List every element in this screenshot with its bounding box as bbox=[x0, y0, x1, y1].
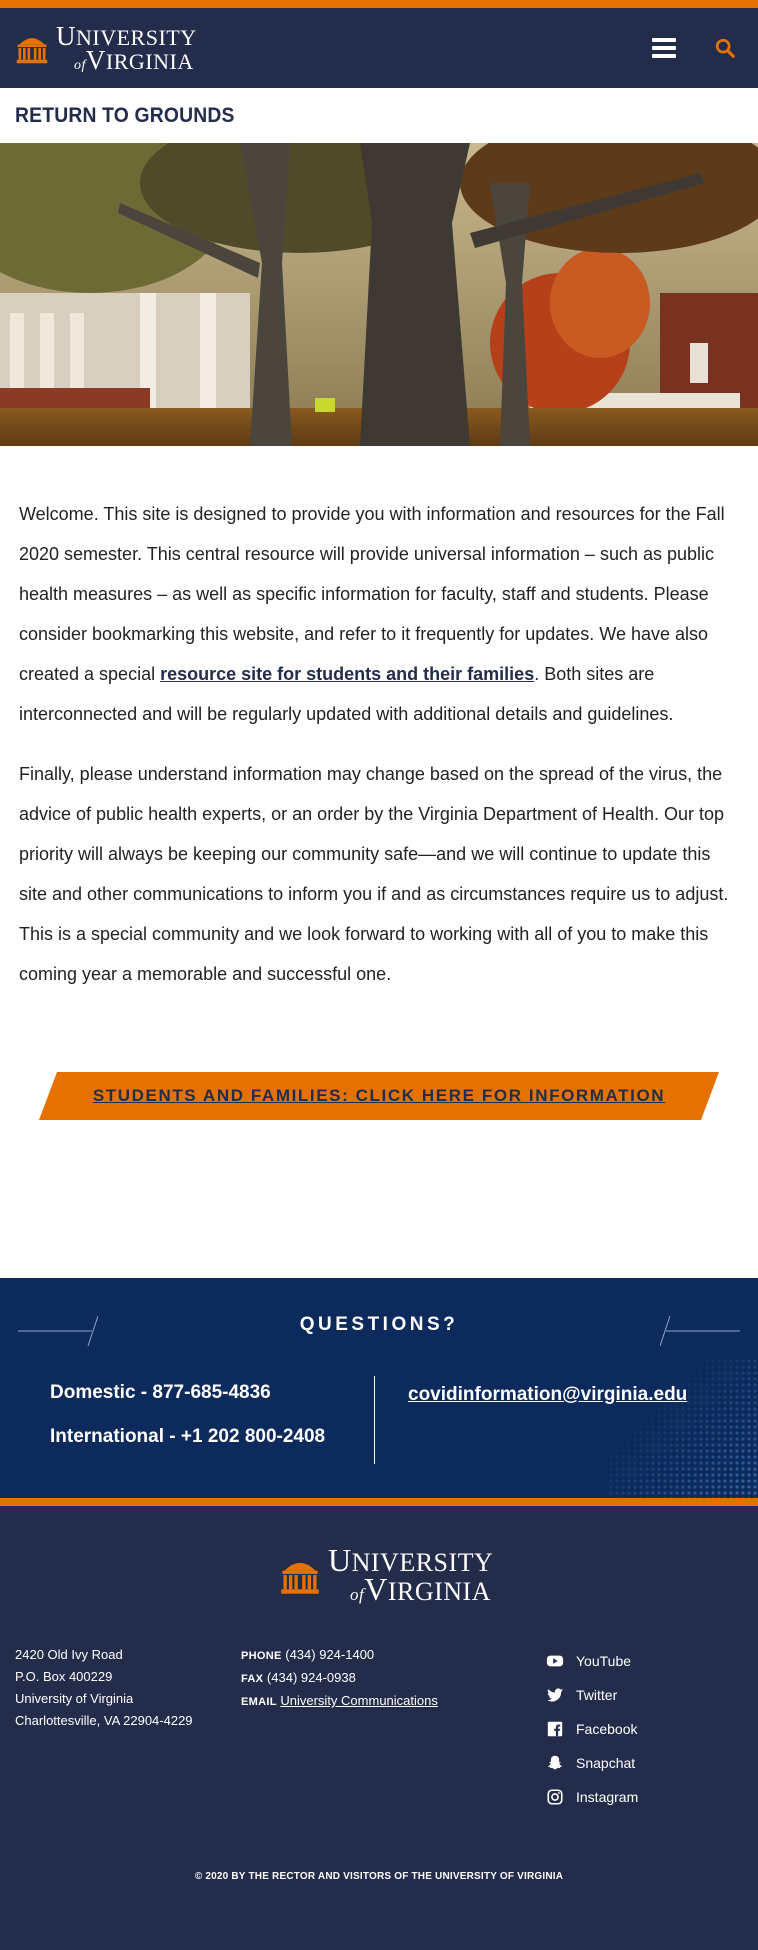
footer-uva-logo[interactable]: UNIVERSITY ofVIRGINIA bbox=[278, 1542, 494, 1607]
hamburger-menu-icon[interactable] bbox=[652, 38, 676, 58]
dot-pattern-decoration bbox=[608, 1358, 758, 1498]
search-icon[interactable] bbox=[714, 37, 736, 59]
page-title: RETURN TO GROUNDS bbox=[15, 103, 235, 127]
social-label: Facebook bbox=[576, 1721, 638, 1737]
social-label: Snapchat bbox=[576, 1755, 636, 1771]
address-line: University of Virginia bbox=[15, 1691, 134, 1706]
international-phone: International - +1 202 800-2408 bbox=[50, 1426, 326, 1447]
snapchat-icon bbox=[547, 1755, 563, 1770]
instagram-icon bbox=[547, 1789, 563, 1805]
page-title-bar: RETURN TO GROUNDS bbox=[0, 88, 758, 143]
phone-number: (434) 924-1400 bbox=[285, 1647, 375, 1662]
footer-address: 2420 Old Ivy Road P.O. Box 400229 Univer… bbox=[15, 1644, 193, 1732]
questions-title: QUESTIONS? bbox=[299, 1314, 459, 1335]
rotunda-icon bbox=[16, 38, 48, 64]
footer-logo-wordmark: UNIVERSITY ofVIRGINIA bbox=[328, 1542, 494, 1607]
update-paragraph: Finally, please understand information m… bbox=[19, 764, 729, 984]
covid-email-link[interactable]: covidinformation@virginia.edu bbox=[408, 1384, 687, 1406]
footer-accent-stripe bbox=[0, 1498, 758, 1506]
social-link-snapchat[interactable]: Snapchat bbox=[546, 1746, 638, 1780]
footer-contact: PHONE (434) 924-1400 FAX (434) 924-0938 … bbox=[241, 1644, 438, 1713]
fax-label: FAX bbox=[241, 1673, 264, 1685]
intro-paragraph: Welcome. This site is designed to provid… bbox=[19, 504, 725, 724]
main-content: Welcome. This site is designed to provid… bbox=[0, 446, 758, 1278]
address-line: 2420 Old Ivy Road bbox=[15, 1647, 123, 1662]
right-divider-decoration bbox=[660, 1315, 740, 1347]
social-link-youtube[interactable]: YouTube bbox=[546, 1644, 638, 1678]
twitter-icon bbox=[546, 1688, 564, 1702]
address-line: Charlottesville, VA 22904-4229 bbox=[15, 1713, 193, 1728]
social-label: Twitter bbox=[576, 1687, 618, 1703]
hero-image bbox=[0, 143, 758, 446]
site-footer: UNIVERSITY ofVIRGINIA 2420 Old Ivy Road … bbox=[0, 1506, 758, 1950]
vertical-divider bbox=[374, 1376, 375, 1464]
students-families-resource-link[interactable]: resource site for students and their fam… bbox=[160, 664, 534, 684]
university-communications-link[interactable]: University Communications bbox=[280, 1693, 438, 1708]
copyright-notice: © 2020 BY THE RECTOR AND VISITORS OF THE… bbox=[194, 1871, 564, 1882]
fax-number: (434) 924-0938 bbox=[266, 1670, 356, 1685]
rotunda-icon bbox=[281, 1562, 319, 1594]
email-label: EMAIL bbox=[241, 1696, 277, 1708]
domestic-phone: Domestic - 877-685-4836 bbox=[50, 1382, 271, 1403]
social-link-instagram[interactable]: Instagram bbox=[546, 1780, 638, 1814]
questions-section: QUESTIONS? Domestic - 877-685-4836 Inter… bbox=[0, 1278, 758, 1498]
social-label: YouTube bbox=[576, 1653, 632, 1669]
facebook-icon bbox=[547, 1721, 563, 1737]
phone-label: PHONE bbox=[241, 1650, 282, 1662]
uva-logo[interactable]: UNIVERSITY ofVIRGINIA bbox=[14, 20, 197, 75]
youtube-icon bbox=[546, 1655, 564, 1667]
students-families-cta-button[interactable]: STUDENTS AND FAMILIES: CLICK HERE FOR IN… bbox=[39, 1072, 719, 1120]
logo-wordmark: UNIVERSITY ofVIRGINIA bbox=[56, 20, 197, 75]
address-line: P.O. Box 400229 bbox=[15, 1669, 113, 1684]
social-link-twitter[interactable]: Twitter bbox=[546, 1678, 638, 1712]
social-label: Instagram bbox=[576, 1789, 639, 1805]
top-accent-stripe bbox=[0, 0, 758, 8]
social-link-facebook[interactable]: Facebook bbox=[546, 1712, 638, 1746]
social-links: YouTube Twitter Facebook Snapchat Instag… bbox=[546, 1644, 638, 1814]
site-header: UNIVERSITY ofVIRGINIA bbox=[0, 8, 758, 88]
